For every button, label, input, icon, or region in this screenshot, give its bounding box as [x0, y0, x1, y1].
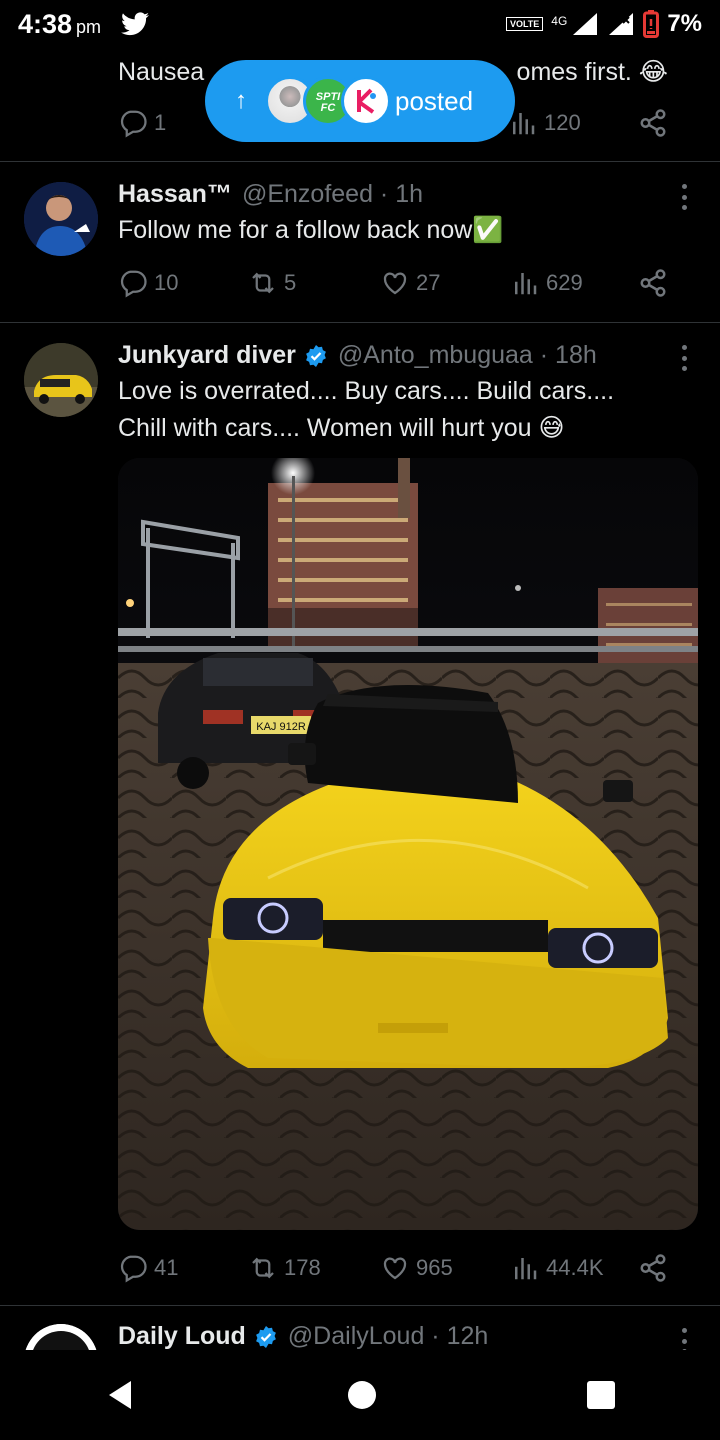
tweet-media[interactable]: KAJ 912R	[118, 458, 698, 1230]
retweet-button[interactable]: 178	[248, 1253, 321, 1283]
retweet-button[interactable]: 5	[248, 268, 296, 298]
tweet-actions: 10 5 27 629	[118, 268, 678, 302]
tweet-header: Junkyard diver @Anto_mbuguaa · 18h	[118, 341, 597, 370]
tweet-header: Daily Loud @DailyLoud · 12h	[118, 1322, 488, 1350]
pill-label: posted	[395, 85, 474, 116]
more-icon[interactable]	[680, 184, 688, 210]
arrow-up-icon: ↑	[235, 87, 247, 114]
tweet[interactable]: Hassan™ @Enzofeed · 1h Follow me for a f…	[0, 162, 720, 322]
battery-icon	[643, 10, 660, 38]
retweet-icon	[252, 1257, 274, 1279]
views-button[interactable]: 44.4K	[510, 1253, 604, 1283]
views-button[interactable]: 120	[508, 108, 581, 138]
avatar[interactable]: D	[24, 1324, 98, 1350]
share-icon	[640, 1254, 666, 1282]
tweet-header: Hassan™ @Enzofeed · 1h	[118, 180, 423, 209]
system-nav-bar	[0, 1350, 720, 1440]
like-button[interactable]: 965	[380, 1253, 453, 1283]
home-icon[interactable]	[346, 1379, 378, 1411]
reply-icon	[120, 110, 147, 138]
author-name[interactable]: Daily Loud	[118, 1322, 246, 1350]
recents-icon[interactable]	[585, 1379, 617, 1411]
verified-icon	[305, 344, 326, 367]
network-type: 4G	[551, 14, 568, 28]
share-button[interactable]	[638, 268, 668, 298]
signal-icon	[573, 13, 598, 35]
twitter-icon	[121, 12, 150, 36]
like-icon	[383, 272, 407, 295]
avatar	[341, 76, 391, 126]
avatar[interactable]	[24, 343, 98, 417]
volte-badge: VOLTE	[505, 17, 544, 31]
reply-icon	[120, 1255, 147, 1283]
author-name[interactable]: Hassan™	[118, 180, 232, 209]
retweet-icon	[252, 272, 274, 294]
tweet-actions: 41 178 965 44.4K	[118, 1253, 678, 1287]
share-icon	[640, 269, 666, 297]
author-handle: @Anto_mbuguaa · 18h	[337, 341, 597, 369]
reply-icon	[120, 270, 147, 298]
plate-text: KAJ 912R	[256, 721, 306, 733]
author-handle: @DailyLoud · 12h	[287, 1322, 489, 1350]
share-icon	[640, 109, 666, 137]
tweet-text: Follow me for a follow back now✅	[118, 216, 504, 244]
author-handle: @Enzofeed · 1h	[241, 180, 423, 208]
author-name[interactable]: Junkyard diver	[118, 341, 296, 370]
views-icon	[515, 273, 537, 295]
avatar[interactable]	[24, 182, 98, 256]
more-icon[interactable]	[680, 345, 688, 371]
new-posts-pill[interactable]: ↑ SPTI FC posted	[205, 60, 515, 142]
share-button[interactable]	[638, 1253, 668, 1283]
back-icon[interactable]	[103, 1377, 139, 1413]
battery-percent: 7%	[667, 10, 702, 37]
share-button[interactable]	[638, 108, 668, 138]
status-time: 4:38 pm	[18, 8, 102, 39]
svg-text:FC: FC	[321, 102, 337, 114]
status-bar: 4:38 pm VOLTE 4G 7%	[0, 0, 720, 48]
views-icon	[515, 1258, 537, 1280]
like-button[interactable]: 27	[380, 268, 440, 298]
car-photo: KAJ 912R	[118, 458, 698, 1230]
more-icon[interactable]	[680, 1328, 688, 1350]
signal-icon	[609, 13, 634, 35]
reply-button[interactable]: 10	[118, 268, 178, 298]
tweet-text: Love is overrated.... Buy cars.... Build…	[118, 377, 615, 442]
like-icon	[383, 1257, 407, 1280]
verified-icon	[255, 1325, 276, 1348]
reply-button[interactable]: 41	[118, 1253, 178, 1283]
reply-button[interactable]: 1	[118, 108, 166, 138]
views-button[interactable]: 629	[510, 268, 583, 298]
pill-avatars: SPTI FC	[265, 74, 395, 128]
tweet[interactable]: D Daily Loud @DailyLoud · 12h	[0, 1306, 720, 1350]
